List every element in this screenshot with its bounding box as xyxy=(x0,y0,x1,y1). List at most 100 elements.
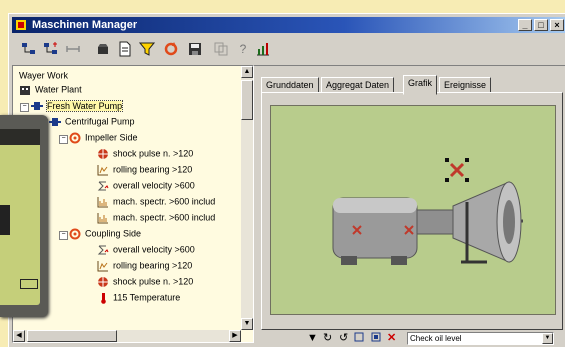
device-screen-header xyxy=(0,129,40,145)
tree-item-label: mach. spectr. >600 includ xyxy=(113,196,216,207)
tree-item-label: 115 Temperature xyxy=(113,292,181,303)
tree-item-label: overall velocity >600 xyxy=(113,180,195,191)
graphic-toolbar: ▼ ↻ ↺ ✕ Check oil level ▼ xyxy=(261,332,563,346)
tree-item-mach-spectrum-1[interactable]: mach. spectr. >600 includ xyxy=(97,194,215,208)
machine-graphic[interactable] xyxy=(270,105,556,315)
handheld-device xyxy=(0,115,48,317)
scroll-right-button[interactable]: ▶ xyxy=(229,330,241,342)
tree-item-water-plant[interactable]: Water Plant xyxy=(19,82,82,96)
scroll-thumb[interactable] xyxy=(241,80,253,120)
collapse-toggle[interactable]: − xyxy=(59,135,68,144)
collapse-toggle[interactable]: − xyxy=(20,103,29,112)
velocity-icon xyxy=(97,245,109,255)
scroll-left-button[interactable]: ◀ xyxy=(13,330,25,342)
tree-item-overall-velocity-2[interactable]: overall velocity >600 xyxy=(97,242,195,256)
tree-root[interactable]: Wayer Work xyxy=(19,68,68,82)
measuring-point-icon xyxy=(69,132,81,144)
insert-icon[interactable] xyxy=(354,332,364,345)
copy-icon[interactable] xyxy=(212,40,230,58)
tree-item-coupling-side[interactable]: Coupling Side xyxy=(69,226,141,240)
event-combo[interactable]: Check oil level ▼ xyxy=(407,332,554,345)
title-bar[interactable]: Maschinen Manager _ □ × xyxy=(12,17,565,33)
tab-grafik[interactable]: Grafik xyxy=(403,75,438,95)
document-icon[interactable] xyxy=(116,40,134,58)
tab-ereignisse[interactable]: Ereignisse xyxy=(439,77,492,93)
tree-item-shock-pulse-2[interactable]: shock pulse n. >120 xyxy=(97,274,193,288)
chevron-down-icon[interactable]: ▼ xyxy=(542,333,553,344)
close-button[interactable]: × xyxy=(550,19,564,31)
tree-item-label: Fresh Water Pump xyxy=(45,99,124,112)
help-icon[interactable]: ? xyxy=(234,40,252,58)
tree-item-rolling-bearing[interactable]: rolling bearing >120 xyxy=(97,162,192,176)
device-display-glyph xyxy=(0,205,10,235)
tree-vertical-scrollbar[interactable]: ▲ ▼ xyxy=(241,66,253,330)
tree-item-label: shock pulse n. >120 xyxy=(113,148,194,159)
tree-item-label: rolling bearing >120 xyxy=(113,260,193,271)
tree-item-mach-spectrum-2[interactable]: mach. spectr. >600 includ xyxy=(97,210,215,224)
tab-content xyxy=(261,92,563,330)
scroll-down-button[interactable]: ▼ xyxy=(241,318,253,330)
tree-item-label: mach. spectr. >600 includ xyxy=(113,212,216,223)
tree-item-overall-velocity[interactable]: overall velocity >600 xyxy=(97,178,195,192)
measuring-point-icon xyxy=(69,228,81,240)
machine-tree[interactable]: Wayer Work Water Plant − Fresh Water Pum… xyxy=(12,65,254,343)
detail-panel: Grunddaten Aggregat Daten Grafik Ereigni… xyxy=(261,72,563,346)
hierarchy-icon[interactable] xyxy=(20,40,38,58)
scroll-up-button[interactable]: ▲ xyxy=(241,66,253,78)
temperature-icon xyxy=(101,292,106,304)
tree-item-label: Coupling Side xyxy=(85,228,142,239)
tree-item-label: rolling bearing >120 xyxy=(113,164,193,175)
filter-icon[interactable] xyxy=(138,40,156,58)
h-scroll-thumb[interactable] xyxy=(27,330,117,342)
tree-root-label: Wayer Work xyxy=(19,70,69,81)
battery-icon xyxy=(20,279,38,289)
rotate-icon[interactable]: ↻ xyxy=(323,332,332,344)
machine-icon[interactable] xyxy=(94,40,112,58)
minimize-button[interactable]: _ xyxy=(518,19,532,31)
tree-item-label: Impeller Side xyxy=(85,132,138,143)
flip-icon[interactable]: ↺ xyxy=(339,332,348,344)
save-icon[interactable] xyxy=(186,40,204,58)
link-icon[interactable] xyxy=(64,40,82,58)
maximize-button[interactable]: □ xyxy=(534,19,548,31)
selected-point-marker[interactable] xyxy=(445,158,469,182)
shock-pulse-icon xyxy=(98,148,108,159)
duplicate-icon[interactable] xyxy=(371,332,381,345)
measurement-point-marker[interactable] xyxy=(351,224,363,236)
tree-item-label: overall velocity >600 xyxy=(113,244,195,255)
pump-icon xyxy=(31,101,43,110)
hierarchy-add-icon[interactable] xyxy=(42,40,60,58)
event-combo-value: Check oil level xyxy=(410,334,462,343)
building-icon xyxy=(20,85,30,95)
tree-item-temperature[interactable]: 115 Temperature xyxy=(97,290,180,304)
tab-aggregat-daten[interactable]: Aggregat Daten xyxy=(321,77,395,93)
app-icon xyxy=(16,20,26,30)
move-down-icon[interactable]: ▼ xyxy=(307,332,318,344)
tree-horizontal-scrollbar[interactable]: ◀ ▶ xyxy=(13,330,241,342)
main-window: Maschinen Manager _ □ × ? Wayer Work Water… xyxy=(8,13,565,347)
tree-item-centrifugal-pump[interactable]: Centrifugal Pump xyxy=(49,114,135,128)
pump-icon xyxy=(49,117,61,126)
tree-item-label: Centrifugal Pump xyxy=(65,116,135,127)
measurement-point-marker[interactable] xyxy=(403,224,415,236)
spectrum-icon xyxy=(97,212,108,224)
refresh-icon[interactable] xyxy=(162,40,180,58)
toolbar: ? xyxy=(12,35,565,66)
tree-item-fresh-water-pump[interactable]: Fresh Water Pump xyxy=(31,98,124,112)
tree-item-impeller-side[interactable]: Impeller Side xyxy=(69,130,138,144)
spectrum-icon xyxy=(97,196,108,208)
delete-icon[interactable]: ✕ xyxy=(387,332,396,344)
velocity-icon xyxy=(97,181,109,191)
shock-pulse-icon xyxy=(98,276,108,287)
window-title: Maschinen Manager xyxy=(32,19,138,31)
bearing-icon xyxy=(97,260,108,272)
pump-illustration xyxy=(332,181,523,265)
tree-item-shock-pulse[interactable]: shock pulse n. >120 xyxy=(97,146,193,160)
tree-item-rolling-bearing-2[interactable]: rolling bearing >120 xyxy=(97,258,192,272)
collapse-toggle[interactable]: − xyxy=(59,231,68,240)
bearing-icon xyxy=(97,164,108,176)
report-icon[interactable] xyxy=(254,40,272,58)
tree-item-label: Water Plant xyxy=(35,84,82,95)
tree-item-label: shock pulse n. >120 xyxy=(113,276,194,287)
tab-grunddaten[interactable]: Grunddaten xyxy=(261,77,319,93)
